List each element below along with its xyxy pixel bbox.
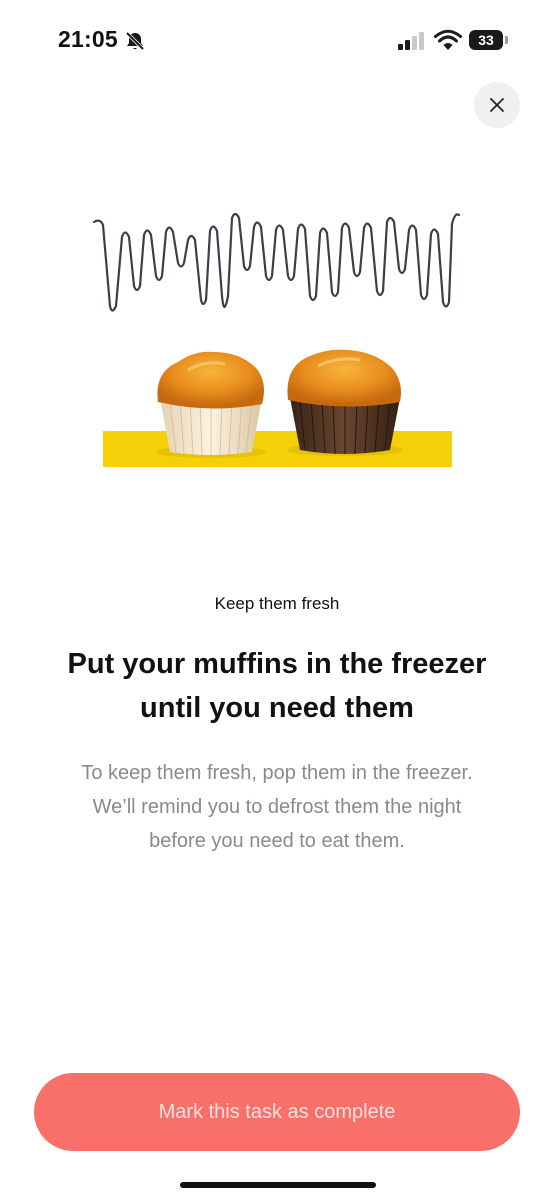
status-time: 21:05 — [58, 26, 118, 52]
headline: Put your muffins in the freezer until yo… — [27, 642, 527, 730]
squiggle-line — [92, 212, 461, 312]
headline-line-2: until you need them — [140, 692, 414, 724]
muffin-dark-liner — [287, 349, 401, 455]
eyebrow-text: Keep them fresh — [214, 594, 340, 613]
wifi-icon — [434, 29, 462, 50]
muffin-light-liner — [157, 351, 264, 457]
close-icon — [490, 98, 504, 112]
signal-icon — [398, 32, 424, 50]
headline-line-1: Put your muffins in the freezer — [67, 648, 487, 680]
battery-nub — [505, 36, 508, 44]
home-indicator — [180, 1182, 376, 1188]
battery-level: 33 — [478, 32, 494, 48]
bell-slash-icon — [125, 31, 145, 51]
mark-complete-button[interactable]: Mark this task as complete — [34, 1073, 520, 1151]
body-line-2: We’ll remind you to defrost them the nig… — [92, 796, 462, 818]
muffins-illustration — [92, 212, 461, 467]
body-line-1: To keep them fresh, pop them in the free… — [81, 762, 473, 784]
body-line-3: before you need to eat them. — [149, 830, 405, 852]
body-text: To keep them fresh, pop them in the free… — [37, 756, 517, 858]
status-bar: 21:05 33 — [0, 0, 554, 84]
battery-icon: 33 — [469, 30, 503, 50]
close-button[interactable] — [474, 82, 520, 128]
